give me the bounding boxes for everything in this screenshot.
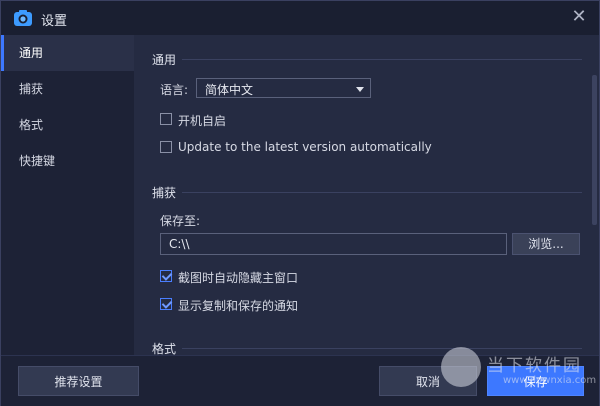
sidebar-item-label: 快捷键 — [19, 154, 56, 168]
startup-checkbox[interactable] — [160, 113, 172, 125]
sidebar-item-general[interactable]: 通用 — [1, 35, 134, 71]
save-button[interactable]: 保存 — [487, 366, 584, 396]
hide-window-checkbox[interactable] — [160, 270, 172, 282]
close-icon[interactable]: ✕ — [569, 7, 589, 27]
sidebar-item-hotkeys[interactable]: 快捷键 — [1, 143, 134, 179]
title-bar: 设置 ✕ — [1, 1, 599, 35]
cancel-button[interactable]: 取消 — [379, 366, 477, 396]
language-select-value: 简体中文 — [205, 83, 254, 97]
settings-content: 通用 语言: 简体中文 开机自启 Update to the latest ve… — [134, 35, 599, 355]
hide-window-label: 截图时自动隐藏主窗口 — [178, 271, 299, 285]
section-divider — [182, 348, 582, 349]
sidebar-item-capture[interactable]: 捕获 — [1, 71, 134, 107]
save-path-input[interactable]: C:\\ — [160, 233, 507, 255]
window-title: 设置 — [41, 14, 68, 29]
save-path-value: C:\\ — [169, 237, 190, 251]
notify-checkbox[interactable] — [160, 298, 172, 310]
language-select[interactable]: 简体中文 — [196, 78, 371, 98]
sidebar-item-format[interactable]: 格式 — [1, 107, 134, 143]
sidebar-item-label: 捕获 — [19, 82, 44, 96]
language-label: 语言: — [160, 83, 189, 97]
section-divider — [182, 192, 582, 193]
settings-sidebar: 通用 捕获 格式 快捷键 — [1, 35, 134, 355]
browse-button[interactable]: 浏览... — [512, 233, 580, 255]
content-scrollbar[interactable] — [592, 75, 597, 225]
section-divider — [182, 59, 582, 60]
chevron-down-icon — [356, 87, 364, 92]
startup-label: 开机自启 — [178, 114, 227, 128]
notify-label: 显示复制和保存的通知 — [178, 299, 299, 313]
sidebar-item-label: 通用 — [19, 46, 44, 60]
camera-app-icon — [14, 10, 32, 26]
section-heading-general: 通用 — [152, 53, 177, 67]
auto-update-checkbox[interactable] — [160, 141, 172, 153]
sidebar-item-label: 格式 — [19, 118, 44, 132]
save-to-label: 保存至: — [160, 214, 201, 228]
recommended-settings-button[interactable]: 推荐设置 — [18, 366, 139, 396]
section-heading-capture: 捕获 — [152, 186, 177, 200]
section-heading-format: 格式 — [152, 342, 177, 355]
dialog-footer: 推荐设置 取消 保存 — [1, 355, 599, 406]
settings-window: 设置 ✕ 通用 捕获 格式 快捷键 通用 语言: 简体中文 开机自启 Updat… — [0, 0, 600, 406]
auto-update-label: Update to the latest version automatical… — [178, 140, 432, 154]
